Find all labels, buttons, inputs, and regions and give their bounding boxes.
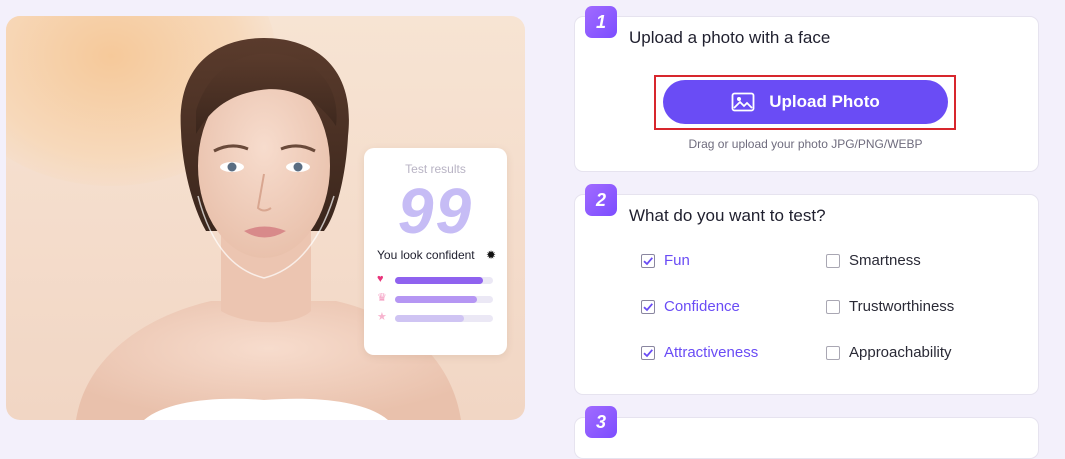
test-results-card: Test results 99 You look confident ✹ ♥ ♛…: [364, 148, 507, 355]
result-bar-fill: [395, 296, 478, 303]
upload-photo-button[interactable]: Upload Photo: [663, 80, 948, 124]
option-fun[interactable]: Fun: [641, 252, 690, 269]
option-attractiveness[interactable]: Attractiveness: [641, 344, 758, 361]
upload-photo-label: Upload Photo: [769, 92, 880, 111]
option-label: Smartness: [849, 252, 921, 269]
option-label: Fun: [664, 252, 690, 269]
hero-image-panel: Test results 99 You look confident ✹ ♥ ♛…: [6, 16, 525, 420]
test-results-score: 99: [397, 175, 474, 247]
test-results-title: Test results: [405, 162, 466, 176]
step-3-badge: 3: [585, 406, 617, 438]
option-label: Confidence: [664, 298, 740, 315]
option-label: Attractiveness: [664, 344, 759, 361]
option-trustworthiness[interactable]: Trustworthiness: [826, 298, 954, 315]
option-checkbox[interactable]: [641, 253, 655, 268]
result-bar-fill: [395, 277, 484, 284]
step-2-title: What do you want to test?: [629, 206, 826, 225]
result-bar-fill: [395, 315, 464, 322]
step-1-badge: 1: [585, 6, 617, 38]
option-smartness[interactable]: Smartness: [826, 252, 921, 269]
option-checkbox[interactable]: [641, 345, 655, 360]
image-icon: [731, 92, 755, 112]
result-bar-row: ★: [377, 311, 497, 323]
test-results-message: You look confident: [377, 248, 475, 262]
result-bar-track: [395, 296, 493, 303]
step-2-badge: 2: [585, 184, 617, 216]
result-bar-row: ♥: [377, 273, 497, 285]
step-1-title: Upload a photo with a face: [629, 28, 831, 47]
option-checkbox[interactable]: [641, 299, 655, 314]
upload-hint: Drag or upload your photo JPG/PNG/WEBP: [688, 137, 923, 151]
heart-icon: ♥: [377, 273, 384, 285]
option-approachability[interactable]: Approachability: [826, 344, 952, 361]
star-icon: ★: [377, 311, 387, 323]
step-3-card: [574, 417, 1039, 459]
sun-icon: ✹: [486, 248, 497, 262]
result-bar-track: [395, 315, 493, 322]
result-bar-row: ♛: [377, 292, 497, 304]
option-checkbox[interactable]: [826, 253, 840, 268]
crown-icon: ♛: [377, 292, 387, 304]
checkmark-icon: [643, 256, 653, 265]
option-label: Approachability: [849, 344, 952, 361]
option-label: Trustworthiness: [849, 298, 955, 315]
checkmark-icon: [643, 348, 653, 357]
option-checkbox[interactable]: [826, 345, 840, 360]
checkmark-icon: [643, 302, 653, 311]
option-confidence[interactable]: Confidence: [641, 298, 740, 315]
result-bar-track: [395, 277, 493, 284]
option-checkbox[interactable]: [826, 299, 840, 314]
